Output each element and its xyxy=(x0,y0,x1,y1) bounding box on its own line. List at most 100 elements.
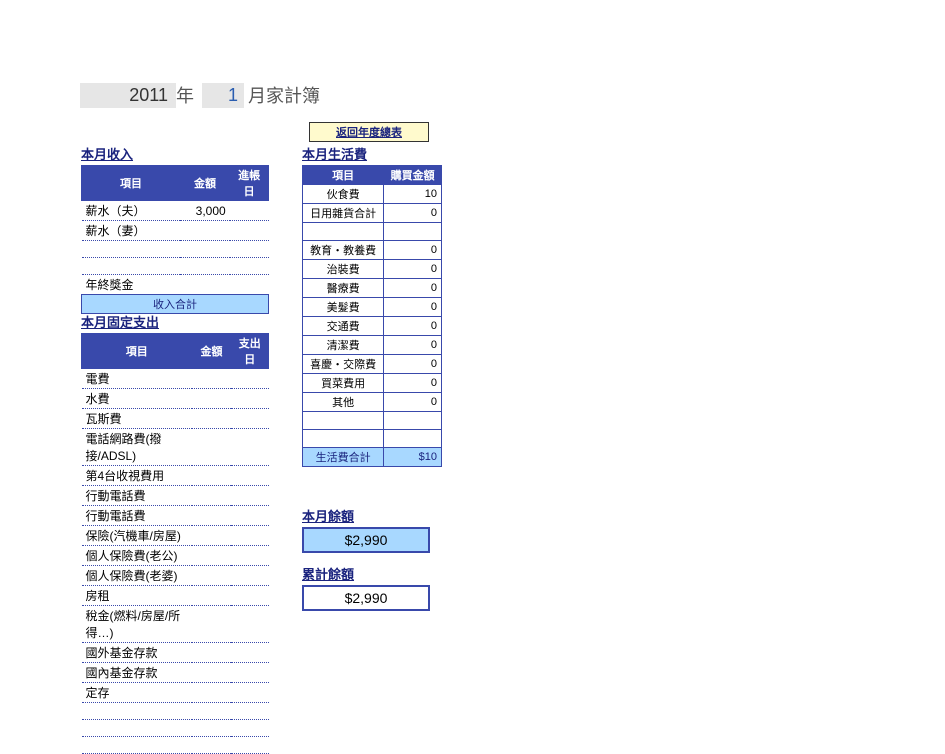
fixed-item-cell[interactable]: 稅金(燃料/房屋/所得…) xyxy=(82,606,193,643)
fixed-date-cell[interactable] xyxy=(231,643,268,663)
fixed-amount-cell[interactable] xyxy=(192,643,231,663)
fixed-item-cell[interactable]: 瓦斯費 xyxy=(82,409,193,429)
income-item-cell[interactable]: 薪水（妻） xyxy=(82,221,181,241)
fixed-item-cell[interactable]: 電話網路費(撥接/ADSL) xyxy=(82,429,193,466)
income-date-cell[interactable] xyxy=(230,221,269,241)
income-date-cell[interactable] xyxy=(230,201,269,221)
living-amount-cell[interactable]: 0 xyxy=(384,317,442,336)
income-amount-cell[interactable]: 3,000 xyxy=(180,201,229,221)
living-amount-cell[interactable]: 0 xyxy=(384,241,442,260)
fixed-amount-cell[interactable] xyxy=(192,369,231,389)
living-item-cell[interactable]: 伙食費 xyxy=(303,185,384,204)
income-amount-cell[interactable] xyxy=(180,221,229,241)
fixed-date-cell[interactable] xyxy=(231,546,268,566)
fixed-item-cell[interactable] xyxy=(82,703,193,720)
fixed-date-cell[interactable] xyxy=(231,429,268,466)
fixed-date-cell[interactable] xyxy=(231,566,268,586)
income-amount-cell[interactable] xyxy=(180,241,229,258)
living-amount-cell[interactable]: 10 xyxy=(384,185,442,204)
fixed-amount-cell[interactable] xyxy=(192,703,231,720)
fixed-amount-cell[interactable] xyxy=(192,429,231,466)
fixed-amount-cell[interactable] xyxy=(192,606,231,643)
income-date-cell[interactable] xyxy=(230,258,269,275)
fixed-date-cell[interactable] xyxy=(231,369,268,389)
fixed-date-cell[interactable] xyxy=(231,606,268,643)
income-item-cell[interactable]: 年終獎金 xyxy=(82,275,181,295)
fixed-item-cell[interactable]: 電費 xyxy=(82,369,193,389)
fixed-amount-cell[interactable] xyxy=(192,389,231,409)
living-item-cell[interactable]: 治裝費 xyxy=(303,260,384,279)
fixed-item-cell[interactable]: 保險(汽機車/房屋) xyxy=(82,526,193,546)
fixed-amount-cell[interactable] xyxy=(192,683,231,703)
living-item-cell[interactable]: 交通費 xyxy=(303,317,384,336)
living-amount-cell[interactable] xyxy=(384,223,442,241)
living-amount-cell[interactable]: 0 xyxy=(384,393,442,412)
living-item-cell[interactable]: 喜慶・交際費 xyxy=(303,355,384,374)
fixed-amount-cell[interactable] xyxy=(192,546,231,566)
living-amount-cell[interactable] xyxy=(384,430,442,448)
fixed-amount-cell[interactable] xyxy=(192,409,231,429)
living-amount-cell[interactable]: 0 xyxy=(384,279,442,298)
fixed-date-cell[interactable] xyxy=(231,526,268,546)
fixed-date-cell[interactable] xyxy=(231,486,268,506)
living-amount-cell[interactable]: 0 xyxy=(384,374,442,393)
living-item-cell[interactable]: 清潔費 xyxy=(303,336,384,355)
fixed-item-cell[interactable]: 行動電話費 xyxy=(82,506,193,526)
living-item-cell[interactable] xyxy=(303,430,384,448)
fixed-item-cell[interactable]: 房租 xyxy=(82,586,193,606)
living-item-cell[interactable]: 其他 xyxy=(303,393,384,412)
living-amount-cell[interactable]: 0 xyxy=(384,355,442,374)
fixed-date-cell[interactable] xyxy=(231,409,268,429)
fixed-date-cell[interactable] xyxy=(231,466,268,486)
fixed-item-cell[interactable]: 個人保險費(老公) xyxy=(82,546,193,566)
fixed-item-cell[interactable]: 第4台收視費用 xyxy=(82,466,193,486)
fixed-amount-cell[interactable] xyxy=(192,566,231,586)
living-item-cell[interactable] xyxy=(303,412,384,430)
month-box: 1 xyxy=(202,83,244,108)
return-annual-link[interactable]: 返回年度總表 xyxy=(309,122,429,142)
living-amount-cell[interactable]: 0 xyxy=(384,298,442,317)
fixed-item-cell[interactable]: 定存 xyxy=(82,683,193,703)
living-item-cell[interactable]: 美髮費 xyxy=(303,298,384,317)
fixed-item-cell[interactable]: 國內基金存款 xyxy=(82,663,193,683)
fixed-date-cell[interactable] xyxy=(231,703,268,720)
income-date-cell[interactable] xyxy=(230,275,269,295)
fixed-amount-cell[interactable] xyxy=(192,720,231,737)
fixed-amount-cell[interactable] xyxy=(192,466,231,486)
income-date-cell[interactable] xyxy=(230,241,269,258)
fixed-amount-cell[interactable] xyxy=(192,506,231,526)
living-item-cell[interactable]: 教育・教養費 xyxy=(303,241,384,260)
fixed-date-cell[interactable] xyxy=(231,389,268,409)
fixed-item-cell[interactable] xyxy=(82,737,193,754)
fixed-date-cell[interactable] xyxy=(231,720,268,737)
fixed-item-cell[interactable]: 個人保險費(老婆) xyxy=(82,566,193,586)
fixed-amount-cell[interactable] xyxy=(192,663,231,683)
living-amount-cell[interactable] xyxy=(384,412,442,430)
fixed-amount-cell[interactable] xyxy=(192,486,231,506)
fixed-date-cell[interactable] xyxy=(231,506,268,526)
living-item-cell[interactable]: 日用雜貨合計 xyxy=(303,204,384,223)
fixed-date-cell[interactable] xyxy=(231,737,268,754)
fixed-amount-cell[interactable] xyxy=(192,737,231,754)
fixed-date-cell[interactable] xyxy=(231,586,268,606)
fixed-item-cell[interactable]: 行動電話費 xyxy=(82,486,193,506)
fixed-amount-cell[interactable] xyxy=(192,526,231,546)
fixed-amount-cell[interactable] xyxy=(192,586,231,606)
fixed-item-cell[interactable]: 國外基金存款 xyxy=(82,643,193,663)
fixed-item-cell[interactable]: 水費 xyxy=(82,389,193,409)
living-item-cell[interactable]: 醫療費 xyxy=(303,279,384,298)
living-item-cell[interactable] xyxy=(303,223,384,241)
income-item-cell[interactable] xyxy=(82,241,181,258)
income-amount-cell[interactable] xyxy=(180,258,229,275)
fixed-date-cell[interactable] xyxy=(231,683,268,703)
income-amount-cell[interactable] xyxy=(180,275,229,295)
table-row xyxy=(82,258,269,275)
living-amount-cell[interactable]: 0 xyxy=(384,336,442,355)
income-item-cell[interactable] xyxy=(82,258,181,275)
fixed-date-cell[interactable] xyxy=(231,663,268,683)
income-item-cell[interactable]: 薪水（夫） xyxy=(82,201,181,221)
fixed-item-cell[interactable] xyxy=(82,720,193,737)
living-item-cell[interactable]: 買菜費用 xyxy=(303,374,384,393)
living-amount-cell[interactable]: 0 xyxy=(384,204,442,223)
living-amount-cell[interactable]: 0 xyxy=(384,260,442,279)
